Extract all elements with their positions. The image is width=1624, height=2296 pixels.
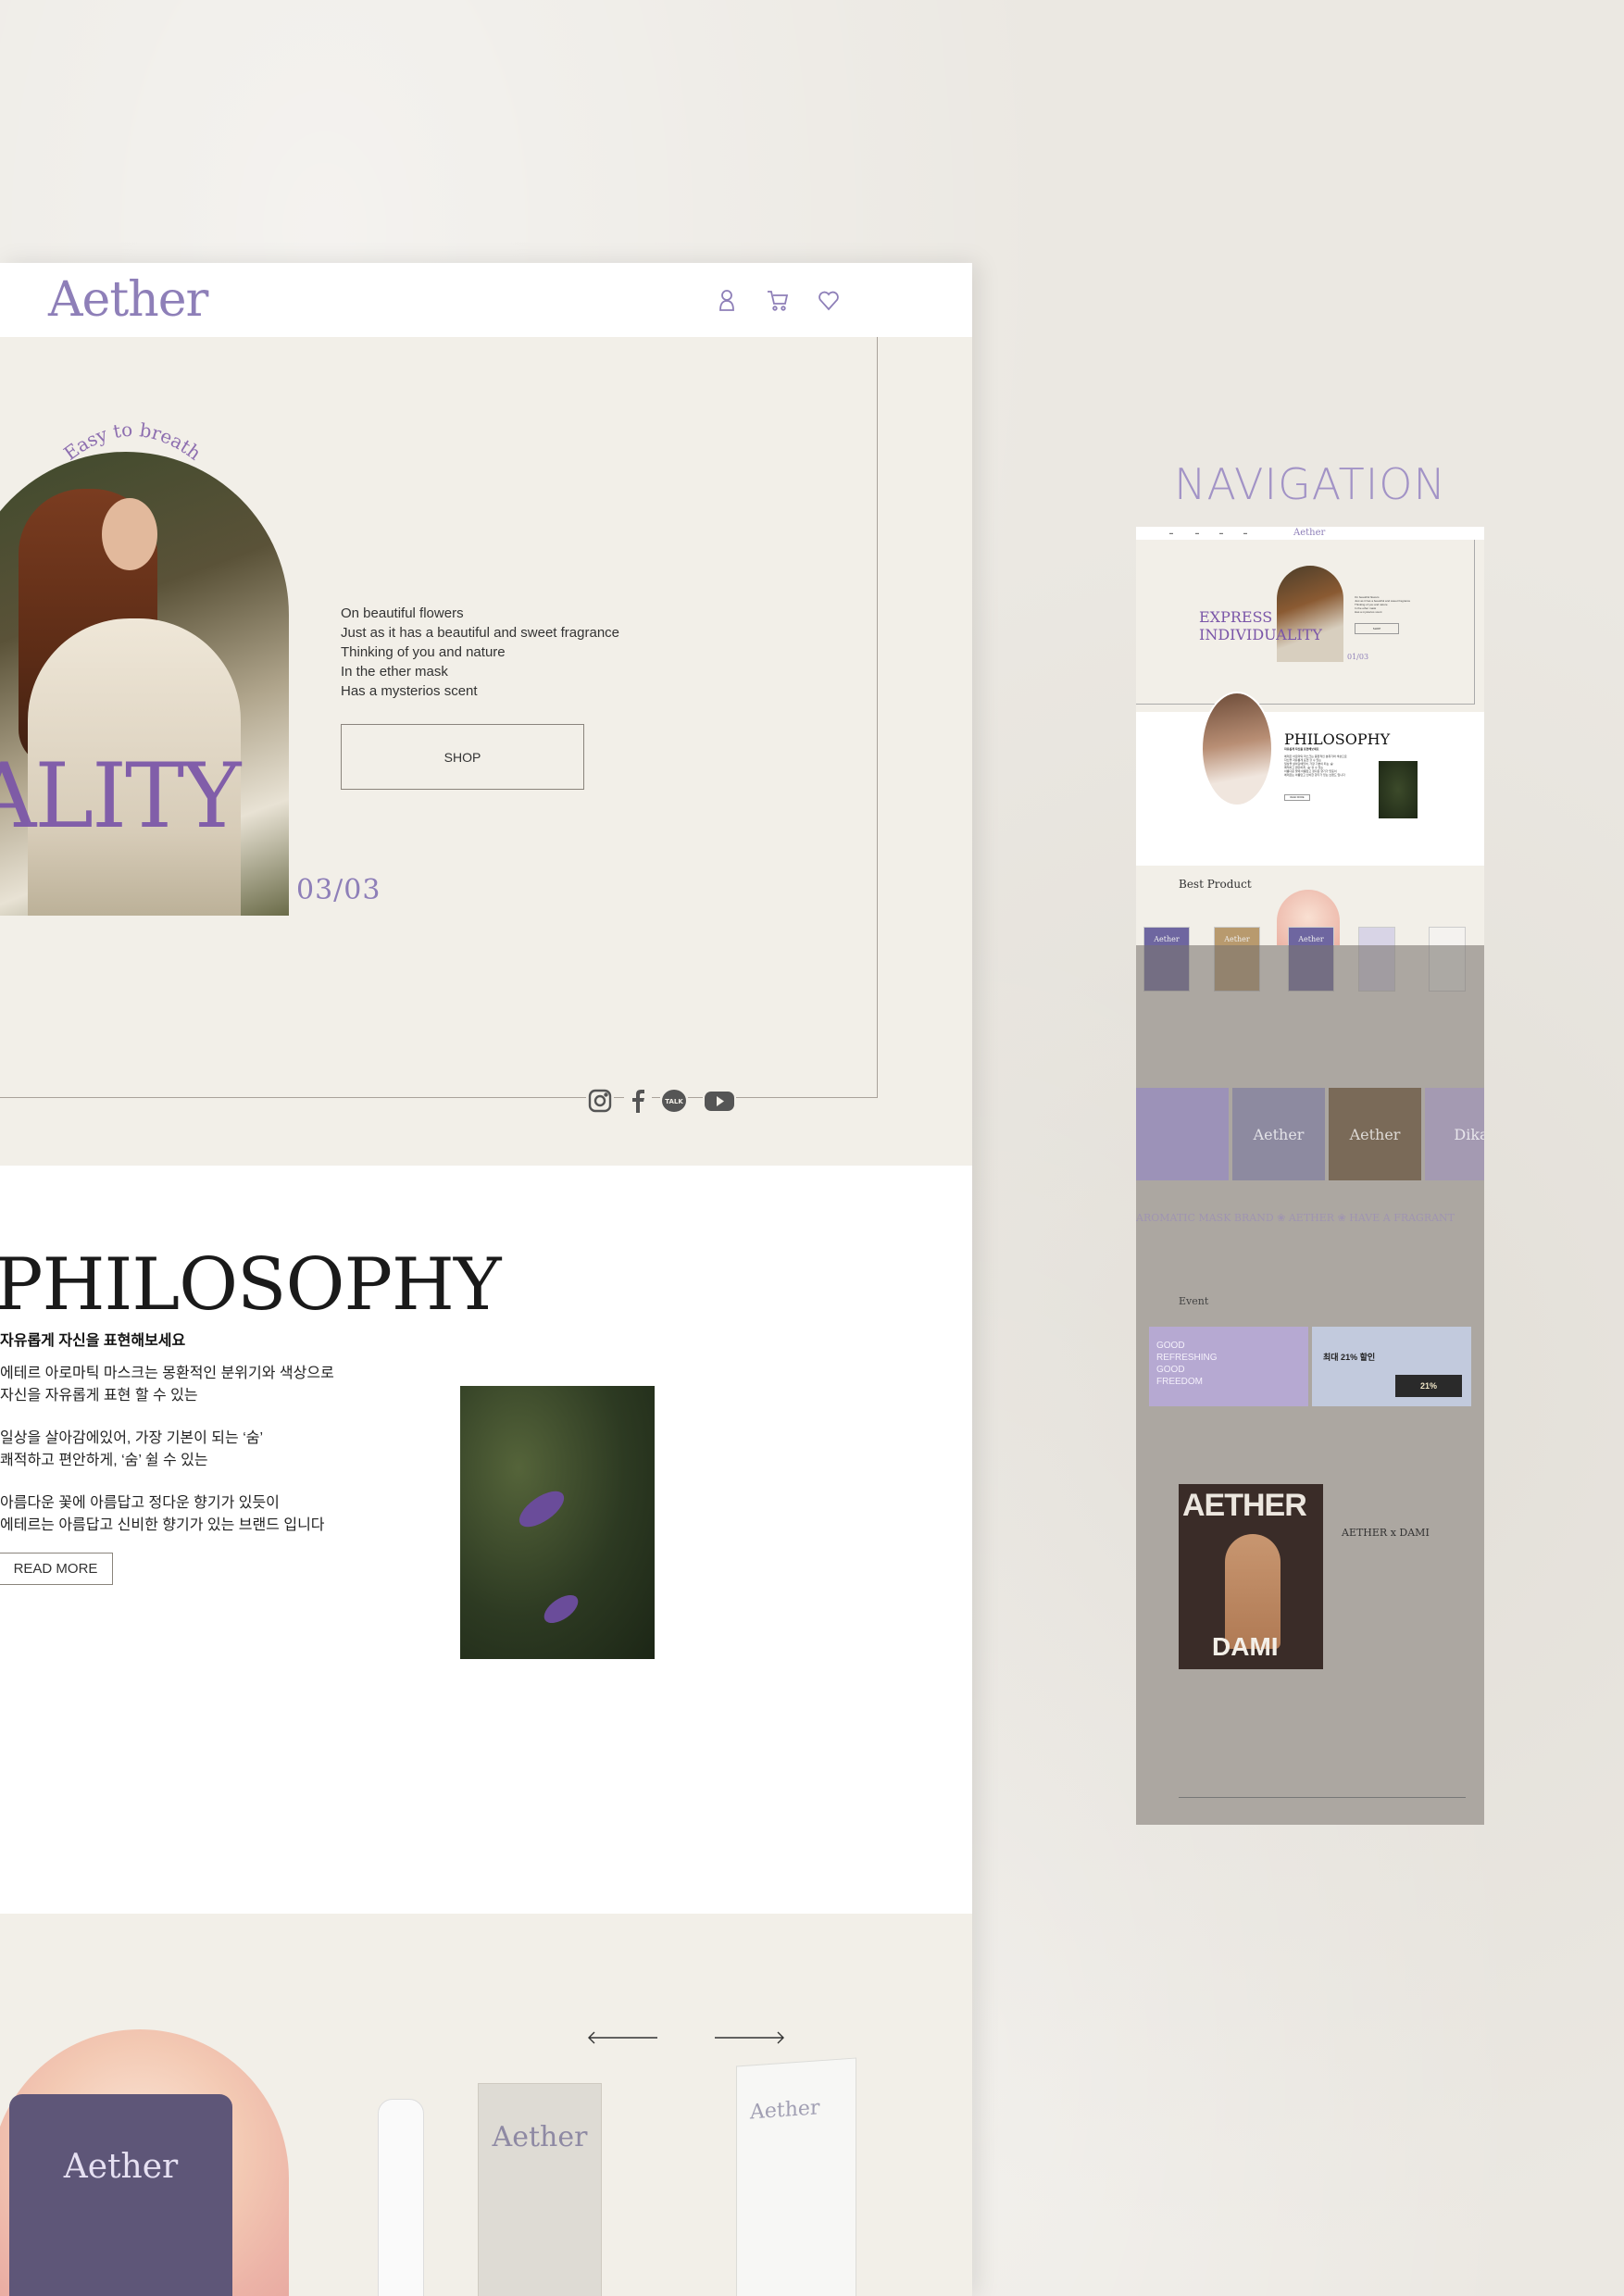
next-arrow-icon[interactable] bbox=[713, 2031, 785, 2044]
hero-copy-line: Thinking of you and nature bbox=[341, 644, 506, 660]
pump-product[interactable]: Aether bbox=[736, 2057, 856, 2296]
youtube-icon[interactable] bbox=[703, 1087, 736, 1115]
thumb-shop-button: SHOP bbox=[1355, 623, 1399, 634]
user-icon[interactable] bbox=[714, 287, 740, 313]
lavender-photo bbox=[460, 1386, 655, 1659]
slide-counter: 03/03 bbox=[296, 874, 381, 906]
philosophy-subtitle: 자유롭게 자신을 표현해보세요 bbox=[0, 1333, 186, 1349]
thumb-logo: Aether bbox=[1293, 528, 1326, 538]
thumb-counter: 01/03 bbox=[1347, 653, 1369, 661]
thumb-magazine-cover: AETHER DAMI bbox=[1179, 1484, 1323, 1669]
thumb-marquee: AROMATIC MASK BRAND ❀ AETHER ❀ HAVE A FR… bbox=[1136, 1212, 1455, 1224]
mask-pack-product[interactable]: Aether bbox=[9, 2094, 232, 2296]
thumb-philosophy: PHILOSOPHY 자유롭게 자신을 표현해보세요 에테르 아로마틱 마스크는… bbox=[1136, 692, 1484, 866]
philosophy-line: 자신을 자유롭게 표현 할 수 있는 bbox=[0, 1388, 198, 1404]
box-product[interactable]: Aether bbox=[478, 2083, 602, 2296]
thumb-hero-copy: On beautiful flowers Just as it has a be… bbox=[1355, 595, 1411, 614]
shop-button[interactable]: SHOP bbox=[341, 724, 584, 790]
philosophy-paragraph: 에테르 아로마틱 마스크는 몽환적인 분위기와 색상으로 자신을 자유롭게 표현… bbox=[0, 1363, 334, 1407]
hero-copy-line: Has a mysterios scent bbox=[341, 683, 478, 699]
hero-copy-line: In the ether mask bbox=[341, 664, 448, 680]
thumb-event-banner-1: GOOD REFRESHING GOOD FREEDOM bbox=[1149, 1327, 1308, 1406]
thumb-event-banner-2: 최대 21% 할인 21% bbox=[1312, 1327, 1471, 1406]
thumb-collab-title: AETHER x DAMI bbox=[1342, 1527, 1430, 1539]
philosophy-line: 일상을 살아감에있어, 가장 기본이 되는 ‘숨’ bbox=[0, 1430, 264, 1446]
prev-arrow-icon[interactable] bbox=[587, 2031, 659, 2044]
philosophy-section: PHILOSOPHY 자유롭게 자신을 표현해보세요 에테르 아로마틱 마스크는… bbox=[0, 1166, 972, 1914]
thumb-express-text: EXPRESS INDIVIDUALITY bbox=[1199, 608, 1322, 643]
hero-headline: ALITY bbox=[0, 744, 241, 848]
thumb-event-label: Event bbox=[1179, 1295, 1209, 1307]
hero-copy-line: Just as it has a beautiful and sweet fra… bbox=[341, 625, 620, 641]
philosophy-line: 쾌적하고 편안하게, ‘숨’ 쉴 수 있는 bbox=[0, 1453, 208, 1468]
philosophy-title: PHILOSOPHY bbox=[0, 1243, 501, 1327]
philosophy-paragraph: 일상을 살아감에있어, 가장 기본이 되는 ‘숨’ 쾌적하고 편안하게, ‘숨’… bbox=[0, 1428, 263, 1472]
philosophy-paragraph: 아름다운 꽃에 아름답고 정다운 향기가 있듯이 에테르는 아름답고 신비한 향… bbox=[0, 1492, 325, 1537]
brand-logo[interactable]: Aether bbox=[48, 272, 208, 328]
philosophy-line: 에테르는 아름답고 신비한 향기가 있는 브랜드 입니다 bbox=[0, 1517, 325, 1533]
navigation-title: NAVIGATION bbox=[1174, 459, 1446, 509]
thumb-image-tiles: Aether Aether Dika bbox=[1136, 1088, 1484, 1180]
facebook-icon[interactable] bbox=[624, 1087, 652, 1115]
heart-icon[interactable] bbox=[816, 287, 842, 313]
hero-copy-line: On beautiful flowers bbox=[341, 605, 464, 621]
svg-text:TALK: TALK bbox=[665, 1098, 683, 1105]
thumb-footer-divider bbox=[1179, 1797, 1466, 1798]
navigation-thumbnail[interactable]: Aether ▬ ▬ ▬ ▬ EXPRESS INDIVIDUALITY On … bbox=[1136, 527, 1484, 1825]
thumb-best-product: Best Product bbox=[1179, 878, 1252, 891]
site-header: Aether bbox=[0, 263, 972, 337]
website-mockup: Aether Easy to breath ALITY 03/03 On bea… bbox=[0, 263, 972, 2296]
instagram-icon[interactable] bbox=[586, 1087, 614, 1115]
talk-icon[interactable]: TALK bbox=[660, 1087, 688, 1115]
hero-copy: On beautiful flowers Just as it has a be… bbox=[341, 604, 619, 701]
best-product-section: Aether Aether Aether bbox=[0, 1914, 972, 2296]
bottle-product[interactable] bbox=[378, 2099, 424, 2296]
cart-icon[interactable] bbox=[765, 287, 791, 313]
thumb-header: Aether ▬ ▬ ▬ ▬ bbox=[1136, 527, 1484, 540]
philosophy-line: 아름다운 꽃에 아름답고 정다운 향기가 있듯이 bbox=[0, 1495, 280, 1511]
read-more-button[interactable]: READ MORE bbox=[0, 1553, 113, 1585]
philosophy-line: 에테르 아로마틱 마스크는 몽환적인 분위기와 색상으로 bbox=[0, 1366, 334, 1381]
